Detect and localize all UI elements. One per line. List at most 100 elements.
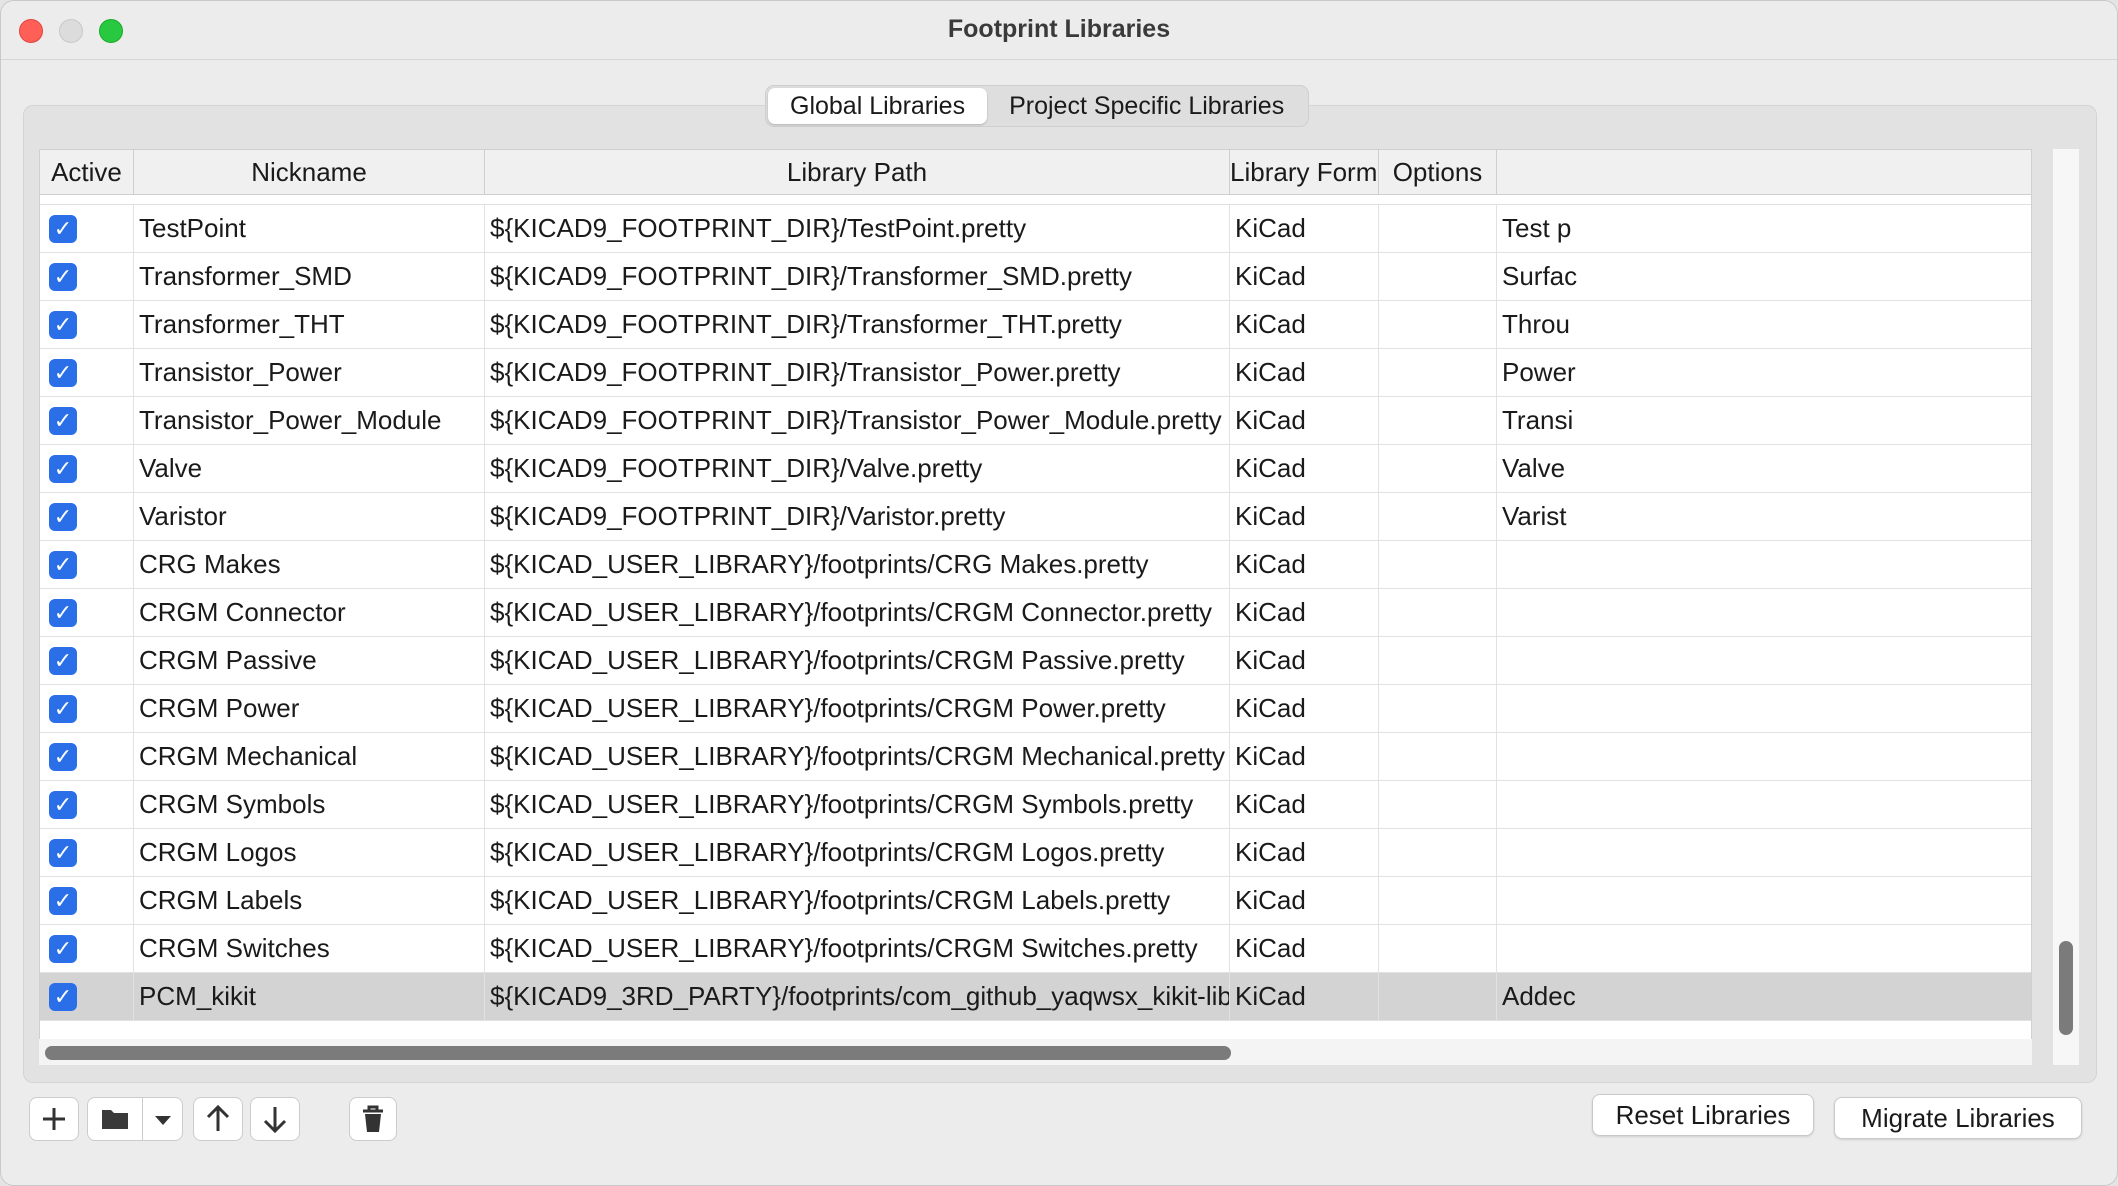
cell-options[interactable] <box>1379 829 1497 876</box>
cell-description[interactable]: Throu <box>1497 301 2031 348</box>
cell-nickname[interactable]: CRGM Power <box>134 685 485 732</box>
active-checkbox[interactable]: ✓ <box>49 263 77 291</box>
active-checkbox[interactable]: ✓ <box>49 695 77 723</box>
add-library-dropdown-button[interactable] <box>143 1097 183 1141</box>
cell-nickname[interactable]: CRGM Switches <box>134 925 485 972</box>
table-row[interactable]: ✓ CRG Makes ${KICAD_USER_LIBRARY}/footprin… <box>40 541 2031 589</box>
cell-description[interactable]: Valve <box>1497 445 2031 492</box>
cell-options[interactable] <box>1379 205 1497 252</box>
cell-description[interactable] <box>1497 781 2031 828</box>
cell-library-format[interactable]: KiCad <box>1230 781 1379 828</box>
cell-description[interactable] <box>1497 589 2031 636</box>
cell-library-format[interactable]: KiCad <box>1230 445 1379 492</box>
horizontal-scrollbar-thumb[interactable] <box>45 1046 1231 1060</box>
cell-library-path[interactable]: ${KICAD_USER_LIBRARY}/footprints/CRG Mak… <box>485 541 1230 588</box>
cell-library-format[interactable]: KiCad <box>1230 925 1379 972</box>
cell-library-path[interactable]: ${KICAD9_FOOTPRINT_DIR}/Transformer_SMD.… <box>485 253 1230 300</box>
cell-options[interactable] <box>1379 541 1497 588</box>
active-checkbox[interactable]: ✓ <box>49 215 77 243</box>
cell-nickname[interactable]: Transformer_SMD <box>134 253 485 300</box>
active-checkbox[interactable]: ✓ <box>49 455 77 483</box>
active-checkbox[interactable]: ✓ <box>49 599 77 627</box>
cell-description[interactable]: Addec <box>1497 973 2031 1020</box>
cell-library-path[interactable]: ${KICAD9_FOOTPRINT_DIR}/TestPoint.pretty <box>485 205 1230 252</box>
move-up-button[interactable] <box>193 1097 243 1141</box>
cell-library-format[interactable]: KiCad <box>1230 541 1379 588</box>
cell-options[interactable] <box>1379 397 1497 444</box>
cell-library-format[interactable]: KiCad <box>1230 397 1379 444</box>
table-row[interactable]: ✓ CRGM Mechanical ${KICAD_USER_LIBRARY}/fo… <box>40 733 2031 781</box>
cell-library-path[interactable]: ${KICAD_USER_LIBRARY}/footprints/CRGM Sy… <box>485 781 1230 828</box>
table-row[interactable]: ✓ Transistor_Power_Module ${KICAD9_FOOTPRI… <box>40 397 2031 445</box>
cell-options[interactable] <box>1379 445 1497 492</box>
active-checkbox[interactable]: ✓ <box>49 743 77 771</box>
cell-options[interactable] <box>1379 925 1497 972</box>
cell-description[interactable]: Varist <box>1497 493 2031 540</box>
cell-options[interactable] <box>1379 493 1497 540</box>
cell-library-path[interactable]: ${KICAD_USER_LIBRARY}/footprints/CRGM Lo… <box>485 829 1230 876</box>
active-checkbox[interactable]: ✓ <box>49 503 77 531</box>
reset-libraries-button[interactable]: Reset Libraries <box>1592 1094 1814 1136</box>
table-row[interactable]: ✓ Valve ${KICAD9_FOOTPRINT_DIR}/Valve.pret… <box>40 445 2031 493</box>
cell-nickname[interactable]: CRGM Logos <box>134 829 485 876</box>
cell-library-format[interactable]: KiCad <box>1230 493 1379 540</box>
table-row[interactable]: ✓ Transistor_Power ${KICAD9_FOOTPRINT_DIR}… <box>40 349 2031 397</box>
column-header-options[interactable]: Options <box>1379 150 1497 194</box>
cell-options[interactable] <box>1379 637 1497 684</box>
active-checkbox[interactable]: ✓ <box>49 647 77 675</box>
cell-options[interactable] <box>1379 253 1497 300</box>
cell-description[interactable]: Surfac <box>1497 253 2031 300</box>
table-row[interactable]: ✓ Transformer_THT ${KICAD9_FOOTPRINT_DIR}/… <box>40 301 2031 349</box>
active-checkbox[interactable]: ✓ <box>49 359 77 387</box>
cell-description[interactable] <box>1497 829 2031 876</box>
table-row[interactable]: ✓ CRGM Switches ${KICAD_USER_LIBRARY}/foot… <box>40 925 2031 973</box>
active-checkbox[interactable]: ✓ <box>49 839 77 867</box>
cell-description[interactable] <box>1497 541 2031 588</box>
cell-library-format[interactable]: KiCad <box>1230 733 1379 780</box>
cell-description[interactable] <box>1497 925 2031 972</box>
cell-description[interactable] <box>1497 877 2031 924</box>
cell-description[interactable] <box>1497 685 2031 732</box>
cell-nickname[interactable]: CRG Makes <box>134 541 485 588</box>
cell-options[interactable] <box>1379 589 1497 636</box>
cell-library-format[interactable]: KiCad <box>1230 637 1379 684</box>
cell-nickname[interactable]: PCM_kikit <box>134 973 485 1020</box>
cell-library-path[interactable]: ${KICAD_USER_LIBRARY}/footprints/CRGM La… <box>485 877 1230 924</box>
cell-description[interactable] <box>1497 733 2031 780</box>
cell-library-path[interactable]: ${KICAD_USER_LIBRARY}/footprints/CRGM Sw… <box>485 925 1230 972</box>
tab-global-libraries[interactable]: Global Libraries <box>768 88 988 124</box>
cell-library-format[interactable]: KiCad <box>1230 301 1379 348</box>
active-checkbox[interactable]: ✓ <box>49 887 77 915</box>
cell-nickname[interactable]: Valve <box>134 445 485 492</box>
cell-library-path[interactable]: ${KICAD9_FOOTPRINT_DIR}/Transformer_THT.… <box>485 301 1230 348</box>
active-checkbox[interactable]: ✓ <box>49 935 77 963</box>
cell-library-path[interactable]: ${KICAD_USER_LIBRARY}/footprints/CRGM Me… <box>485 733 1230 780</box>
migrate-libraries-button[interactable]: Migrate Libraries <box>1834 1097 2082 1139</box>
column-header-active[interactable]: Active <box>40 150 134 194</box>
tab-project-specific-libraries[interactable]: Project Specific Libraries <box>987 88 1306 124</box>
cell-options[interactable] <box>1379 349 1497 396</box>
cell-options[interactable] <box>1379 973 1497 1020</box>
cell-library-path[interactable]: ${KICAD9_FOOTPRINT_DIR}/Transistor_Power… <box>485 349 1230 396</box>
active-checkbox[interactable]: ✓ <box>49 311 77 339</box>
cell-nickname[interactable]: CRGM Mechanical <box>134 733 485 780</box>
cell-library-format[interactable]: KiCad <box>1230 685 1379 732</box>
table-row[interactable]: ✓ CRGM Power ${KICAD_USER_LIBRARY}/footpri… <box>40 685 2031 733</box>
cell-library-path[interactable]: ${KICAD_USER_LIBRARY}/footprints/CRGM Co… <box>485 589 1230 636</box>
cell-library-format[interactable]: KiCad <box>1230 349 1379 396</box>
cell-library-path[interactable]: ${KICAD_USER_LIBRARY}/footprints/CRGM Pa… <box>485 637 1230 684</box>
cell-options[interactable] <box>1379 301 1497 348</box>
cell-nickname[interactable]: Transistor_Power <box>134 349 485 396</box>
cell-library-path[interactable]: ${KICAD9_FOOTPRINT_DIR}/Varistor.pretty <box>485 493 1230 540</box>
cell-library-path[interactable]: ${KICAD9_3RD_PARTY}/footprints/com_githu… <box>485 973 1230 1020</box>
cell-nickname[interactable]: Varistor <box>134 493 485 540</box>
table-row[interactable]: ✓ Varistor ${KICAD9_FOOTPRINT_DIR}/Varisto… <box>40 493 2031 541</box>
delete-library-button[interactable] <box>349 1097 397 1141</box>
active-checkbox[interactable]: ✓ <box>49 407 77 435</box>
cell-nickname[interactable]: Transformer_THT <box>134 301 485 348</box>
column-header-description[interactable] <box>1497 150 2031 194</box>
cell-nickname[interactable]: TestPoint <box>134 205 485 252</box>
cell-description[interactable]: Power <box>1497 349 2031 396</box>
cell-nickname[interactable]: CRGM Symbols <box>134 781 485 828</box>
table-row[interactable]: ✓ TestPoint ${KICAD9_FOOTPRINT_DIR}/TestPo… <box>40 205 2031 253</box>
